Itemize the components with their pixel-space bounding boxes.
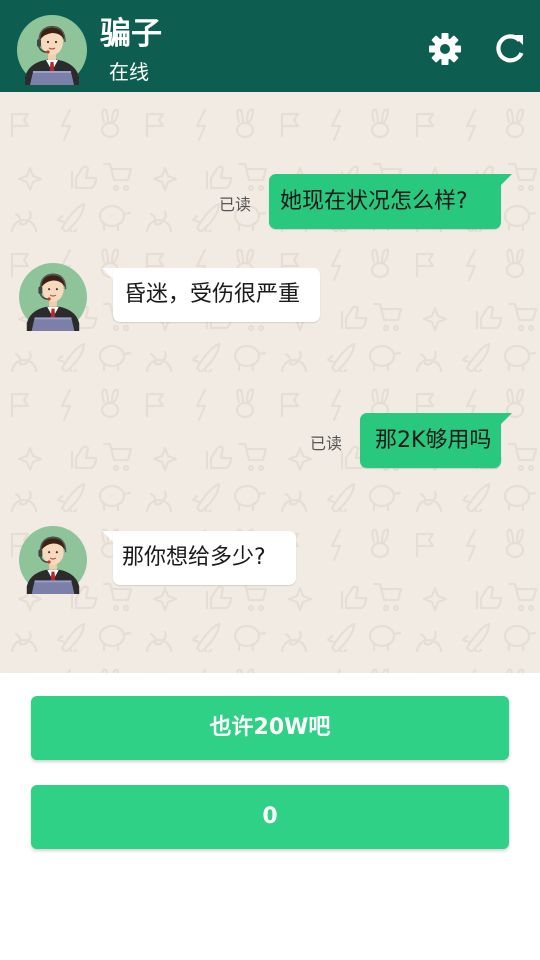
reply-option-button[interactable]: 也许20W吧 xyxy=(31,696,509,760)
message-text: 她现在状况怎么样? xyxy=(280,189,468,214)
read-receipt: 已读 xyxy=(310,434,343,453)
operator-avatar-icon[interactable] xyxy=(17,15,87,85)
message-bubble[interactable]: 那2K够用吗 xyxy=(360,413,501,468)
message-bubble[interactable]: 那你想给多少? xyxy=(113,531,296,585)
refresh-icon xyxy=(496,34,524,63)
message-bubble[interactable]: 昏迷，受伤很严重 xyxy=(113,268,320,322)
message-text: 昏迷，受伤很严重 xyxy=(124,282,301,307)
refresh-button[interactable] xyxy=(490,29,530,69)
contact-status: 在线 xyxy=(109,60,149,84)
reply-option-button[interactable]: 0 xyxy=(31,785,509,849)
contact-name: 骗子 xyxy=(100,16,162,52)
bubble-tail xyxy=(500,174,512,186)
reply-options-panel: 也许20W吧 0 xyxy=(0,673,540,960)
gear-icon xyxy=(429,33,461,65)
settings-button[interactable] xyxy=(425,29,465,69)
operator-avatar-icon[interactable] xyxy=(19,263,87,331)
message-text: 那你想给多少? xyxy=(122,545,266,570)
message-bubble[interactable]: 她现在状况怎么样? xyxy=(269,174,501,229)
bubble-tail xyxy=(500,413,512,425)
chat-header: 骗子 在线 xyxy=(0,0,540,92)
operator-avatar-icon[interactable] xyxy=(19,526,87,594)
message-text: 那2K够用吗 xyxy=(375,428,492,453)
read-receipt: 已读 xyxy=(219,195,252,214)
chat-area[interactable]: 已读 她现在状况怎么样? 昏迷，受伤很严重 已读 那2K够用吗 那你想给多少? xyxy=(0,92,540,673)
